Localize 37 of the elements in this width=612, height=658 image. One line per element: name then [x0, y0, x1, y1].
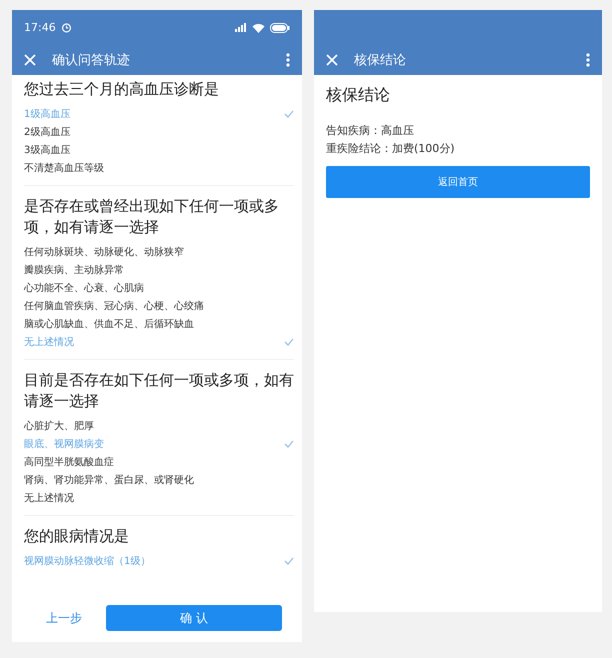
- check-icon: [284, 557, 294, 565]
- answer-option[interactable]: 高同型半胱氨酸血症: [24, 453, 294, 471]
- battery-icon: [270, 22, 290, 32]
- answer-option[interactable]: 肾病、肾功能异常、蛋白尿、或肾硬化: [24, 471, 294, 489]
- question-title: 您的眼病情况是: [24, 526, 130, 547]
- answer-option[interactable]: 任何脑血管疾病、冠心病、心梗、心绞痛: [24, 297, 294, 315]
- answer-option[interactable]: 瓣膜疾病、主动脉异常: [24, 261, 294, 279]
- answer-option[interactable]: 2级高血压: [24, 123, 294, 141]
- screen-title: 核保结论: [354, 52, 407, 69]
- answer-option[interactable]: 3级高血压: [24, 141, 294, 159]
- question-title: 是否存在或曾经出现如下任何一项或多项，如有请逐一选择: [24, 196, 280, 238]
- answer-option[interactable]: 心功能不全、心衰、心肌病: [24, 279, 294, 297]
- status-time: 17:46: [24, 21, 56, 34]
- close-icon[interactable]: [326, 54, 338, 66]
- check-icon: [284, 338, 294, 346]
- alarm-icon: [60, 22, 72, 33]
- check-icon: [284, 440, 294, 448]
- question-title: 您过去三个月的高血压诊断是: [24, 79, 220, 100]
- result-line: 重疾险结论：加费(100分): [326, 141, 456, 157]
- answer-option[interactable]: 无上述情况: [24, 489, 294, 507]
- check-icon: [284, 110, 294, 118]
- more-icon[interactable]: [586, 53, 590, 67]
- answer-option[interactable]: 不清楚高血压等级: [24, 159, 294, 177]
- result-heading: 核保结论: [326, 84, 391, 106]
- home-button[interactable]: 返回首页: [326, 166, 590, 198]
- signal-icon: [235, 23, 247, 32]
- answer-option[interactable]: 脑或心肌缺血、供血不足、后循环缺血: [24, 315, 294, 333]
- question-title: 目前是否存在如下任何一项或多项，如有请逐一选择: [24, 370, 294, 412]
- result-line: 告知疾病：高血压: [326, 123, 415, 139]
- screen-title: 确认问答轨迹: [52, 52, 131, 69]
- back-button[interactable]: 上一步: [42, 606, 86, 630]
- wifi-icon: [252, 22, 265, 32]
- close-icon[interactable]: [24, 54, 36, 66]
- answer-option[interactable]: 心脏扩大、肥厚: [24, 417, 294, 435]
- more-icon[interactable]: [286, 53, 290, 67]
- answer-option[interactable]: 任何动脉斑块、动脉硬化、动脉狭窄: [24, 243, 294, 261]
- confirm-button[interactable]: 确 认: [106, 605, 282, 631]
